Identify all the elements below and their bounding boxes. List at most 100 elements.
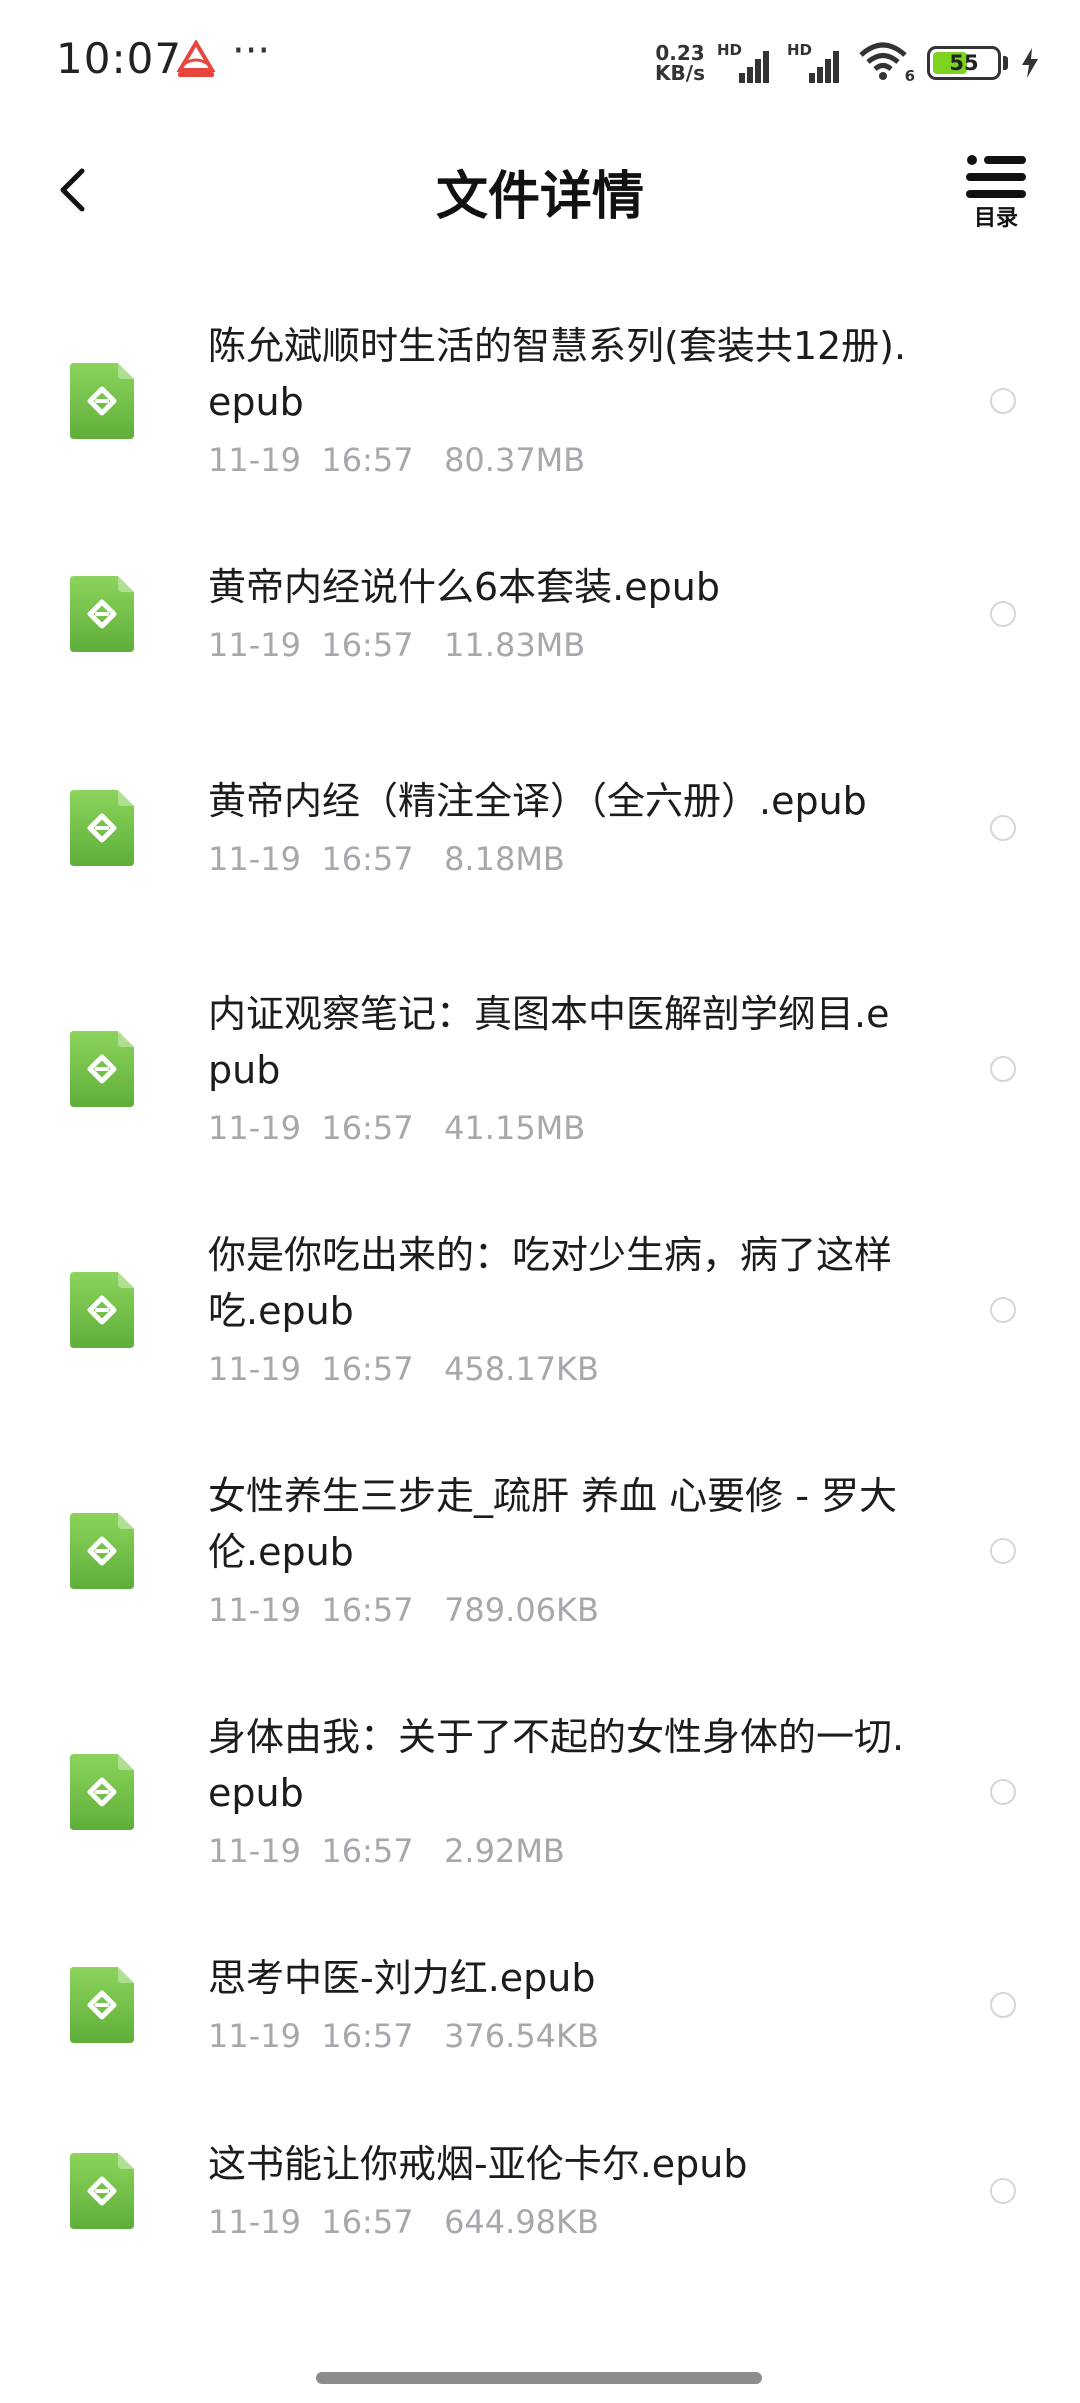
file-meta: 11-19 16:57 2.92MB <box>208 1827 908 1875</box>
file-list-item[interactable]: 黄帝内经（精注全译）（全六册）.epub 11-19 16:57 8.18MB <box>0 707 1080 948</box>
list-icon <box>966 155 1026 198</box>
file-date: 11-19 <box>208 1590 301 1629</box>
epub-file-icon <box>70 1512 134 1589</box>
epub-file-icon <box>70 576 134 652</box>
table-of-contents-label: 目录 <box>973 206 1018 231</box>
file-date: 11-19 <box>208 1349 301 1388</box>
file-size: 80.37MB <box>444 440 586 479</box>
signal-icon: HD <box>717 41 775 85</box>
epub-file-icon <box>70 2153 134 2229</box>
battery-percent: 55 <box>949 51 979 75</box>
file-info: 思考中医-刘力红.epub 11-19 16:57 376.54KB <box>208 1950 908 2060</box>
network-speed-unit: KB/s <box>655 61 705 85</box>
file-meta: 11-19 16:57 644.98KB <box>208 2198 908 2246</box>
file-size: 41.15MB <box>444 1108 586 1147</box>
file-list-item[interactable]: 内证观察笔记：真图本中医解剖学纲目.epub 11-19 16:57 41.15M… <box>0 948 1080 1189</box>
signal-icon: HD <box>787 41 845 85</box>
file-list-item[interactable]: 思考中医-刘力红.epub 11-19 16:57 376.54KB <box>0 1912 1080 2098</box>
battery-icon: 55 <box>927 46 1001 80</box>
file-time: 16:57 <box>321 1831 414 1870</box>
file-date: 11-19 <box>208 440 301 479</box>
network-speed-value: 0.23 <box>655 41 705 65</box>
file-date: 11-19 <box>208 1831 301 1870</box>
file-meta: 11-19 16:57 11.83MB <box>208 621 908 669</box>
select-radio[interactable] <box>990 1055 1016 1082</box>
hd-label: HD <box>717 41 743 59</box>
file-name: 黄帝内经（精注全译）（全六册）.epub <box>208 778 867 823</box>
hd-label: HD <box>787 41 813 59</box>
file-meta: 11-19 16:57 8.18MB <box>208 835 908 883</box>
file-name: 黄帝内经说什么6本套装.epub <box>208 565 720 609</box>
file-size: 2.92MB <box>444 1831 565 1870</box>
file-list-item[interactable]: 黄帝内经说什么6本套装.epub 11-19 16:57 11.83MB <box>0 521 1080 707</box>
file-meta: 11-19 16:57 789.06KB <box>208 1586 908 1634</box>
file-list-item[interactable]: 你是你吃出来的：吃对少生病，病了这样吃.epub 11-19 16:57 458.… <box>0 1189 1080 1430</box>
battery-tip <box>1003 56 1008 70</box>
file-list-item[interactable]: 身体由我：关于了不起的女性身体的一切.epub 11-19 16:57 2.92M… <box>0 1671 1080 1912</box>
file-time: 16:57 <box>321 440 414 479</box>
file-date: 11-19 <box>208 2017 301 2055</box>
epub-file-icon <box>70 1967 134 2043</box>
select-radio[interactable] <box>990 1992 1016 2018</box>
file-date: 11-19 <box>208 626 301 664</box>
file-info: 黄帝内经说什么6本套装.epub 11-19 16:57 11.83MB <box>208 559 908 669</box>
file-date: 11-19 <box>208 839 301 878</box>
epub-file-icon <box>70 362 134 439</box>
file-date: 11-19 <box>208 1108 301 1147</box>
file-info: 黄帝内经（精注全译）（全六册）.epub 11-19 16:57 8.18MB <box>208 773 908 883</box>
select-radio[interactable] <box>990 601 1016 627</box>
file-date: 11-19 <box>208 2203 301 2241</box>
status-time: 10:07 <box>56 34 183 83</box>
file-name: 内证观察笔记：真图本中医解剖学纲目.epub <box>208 991 890 1092</box>
file-time: 16:57 <box>321 1349 414 1388</box>
file-time: 16:57 <box>321 839 414 878</box>
file-list-item[interactable]: 陈允斌顺时生活的智慧系列(套装共12册).epub 11-19 16:57 80.… <box>0 280 1080 521</box>
file-time: 16:57 <box>321 1590 414 1629</box>
charging-icon <box>1022 48 1038 78</box>
file-info: 女性养生三步走_疏肝 养血 心要修 - 罗大伦.epub 11-19 16:57 … <box>208 1468 908 1634</box>
file-time: 16:57 <box>321 2203 414 2241</box>
network-speed: 0.23 KB/s <box>655 43 705 83</box>
file-size: 644.98KB <box>444 2203 599 2241</box>
page-title: 文件详情 <box>435 167 644 227</box>
file-name: 陈允斌顺时生活的智慧系列(套装共12册).epub <box>208 323 907 424</box>
epub-file-icon <box>70 789 134 866</box>
file-info: 身体由我：关于了不起的女性身体的一切.epub 11-19 16:57 2.92M… <box>208 1709 908 1875</box>
more-notifications-indicator: ··· <box>232 28 271 74</box>
file-list-item[interactable]: 女性养生三步走_疏肝 养血 心要修 - 罗大伦.epub 11-19 16:57 … <box>0 1430 1080 1671</box>
select-radio[interactable] <box>990 2178 1016 2204</box>
app-notification-icon <box>176 40 216 77</box>
select-radio[interactable] <box>990 1296 1016 1323</box>
file-meta: 11-19 16:57 458.17KB <box>208 1345 908 1393</box>
status-bar: 10:07 ··· 0.23 KB/s HD HD 6 55 <box>0 0 1080 120</box>
select-radio[interactable] <box>990 387 1016 414</box>
wifi-label: 6 <box>904 67 915 85</box>
home-indicator[interactable] <box>316 2372 762 2384</box>
file-meta: 11-19 16:57 376.54KB <box>208 2012 908 2060</box>
file-name: 女性养生三步走_疏肝 养血 心要修 - 罗大伦.epub <box>208 1473 898 1574</box>
file-info: 你是你吃出来的：吃对少生病，病了这样吃.epub 11-19 16:57 458.… <box>208 1227 908 1393</box>
file-size: 458.17KB <box>444 1349 599 1388</box>
file-info: 这书能让你戒烟-亚伦卡尔.epub 11-19 16:57 644.98KB <box>208 2136 908 2246</box>
epub-file-icon <box>70 1753 134 1830</box>
file-size: 11.83MB <box>444 626 586 664</box>
table-of-contents-button[interactable]: 目录 <box>962 152 1030 232</box>
epub-file-icon <box>70 1271 134 1348</box>
file-name: 思考中医-刘力红.epub <box>208 1956 596 2000</box>
page-header: 文件详情 目录 <box>0 130 1080 250</box>
select-radio[interactable] <box>990 1778 1016 1805</box>
file-list-item[interactable]: 这书能让你戒烟-亚伦卡尔.epub 11-19 16:57 644.98KB <box>0 2098 1080 2284</box>
file-meta: 11-19 16:57 80.37MB <box>208 436 908 484</box>
select-radio[interactable] <box>990 1537 1016 1564</box>
file-time: 16:57 <box>321 1108 414 1147</box>
file-name: 这书能让你戒烟-亚伦卡尔.epub <box>208 2142 748 2186</box>
status-indicators: 0.23 KB/s HD HD 6 55 <box>655 38 1040 88</box>
file-info: 内证观察笔记：真图本中医解剖学纲目.epub 11-19 16:57 41.15M… <box>208 986 908 1152</box>
select-radio[interactable] <box>990 814 1016 841</box>
file-meta: 11-19 16:57 41.15MB <box>208 1104 908 1152</box>
file-size: 789.06KB <box>444 1590 599 1629</box>
file-name: 身体由我：关于了不起的女性身体的一切.epub <box>208 1714 905 1815</box>
file-size: 376.54KB <box>444 2017 599 2055</box>
file-name: 你是你吃出来的：吃对少生病，病了这样吃.epub <box>208 1232 893 1333</box>
wifi-icon: 6 <box>857 41 915 85</box>
